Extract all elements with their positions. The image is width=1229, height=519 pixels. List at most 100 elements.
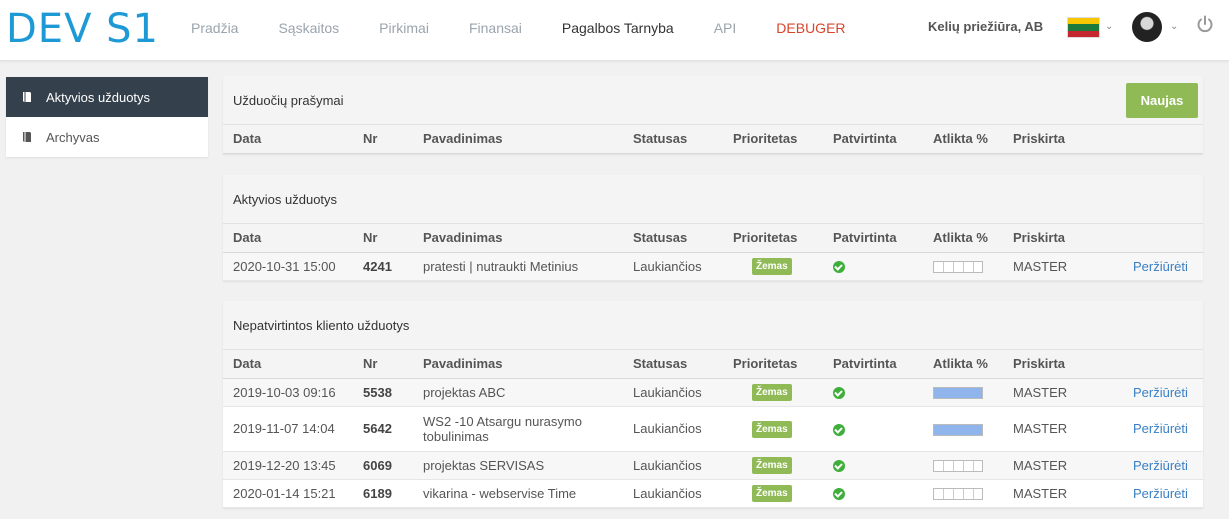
confirmed-cell bbox=[823, 451, 923, 480]
nav-item-pagalbos-tarnyba[interactable]: Pagalbos Tarnyba bbox=[562, 20, 674, 36]
column-header: Priskirta bbox=[1003, 125, 1123, 154]
progress-bar bbox=[933, 460, 983, 473]
main-nav: Pradžia Sąskaitos Pirkimai Finansai Paga… bbox=[191, 20, 886, 36]
column-header: Pavadinimas bbox=[413, 224, 623, 253]
table-row: 2019-11-07 14:04 5642 WS2 -10 Atsargu nura… bbox=[223, 406, 1203, 452]
column-header: Statusas bbox=[623, 125, 723, 154]
column-header: Prioritetas bbox=[723, 125, 823, 154]
column-header: Priskirta bbox=[1003, 350, 1123, 379]
table-row: 2019-12-20 13:45 6069 projektas SERVISAS La… bbox=[223, 451, 1203, 480]
assigned-cell: MASTER bbox=[1003, 479, 1123, 508]
nr-cell: 6189 bbox=[353, 479, 413, 508]
view-link[interactable]: Peržiūrėti bbox=[1133, 486, 1188, 501]
column-header: Pavadinimas bbox=[413, 350, 623, 379]
date-cell: 2020-01-14 15:21 bbox=[223, 479, 353, 508]
power-icon[interactable] bbox=[1196, 15, 1214, 33]
check-circle-icon bbox=[833, 488, 845, 501]
check-circle-icon bbox=[833, 387, 845, 400]
assigned-cell: MASTER bbox=[1003, 378, 1123, 407]
column-header: Data bbox=[223, 224, 353, 253]
requests-table: Data Nr Pavadinimas Statusas Prioritetas Patv… bbox=[223, 125, 1203, 154]
chevron-down-icon[interactable]: ⌄ bbox=[1170, 21, 1178, 32]
priority-badge: Žemas bbox=[752, 485, 792, 502]
sidebar-item-aktyvios-uzduotys[interactable]: Aktyvios užduotys bbox=[6, 77, 208, 117]
column-header: Priskirta bbox=[1003, 224, 1123, 253]
sidebar-item-archyvas[interactable]: Archyvas bbox=[6, 117, 208, 157]
progress-cell bbox=[923, 252, 1003, 281]
name-cell: projektas SERVISAS bbox=[413, 451, 623, 480]
column-header: Atlikta % bbox=[923, 125, 1003, 154]
nav-item-finansai[interactable]: Finansai bbox=[469, 20, 522, 36]
nav-item-api[interactable]: API bbox=[714, 20, 737, 36]
unconfirmed-tasks-panel: Nepatvirtintos kliento užduotys Data Nr Pa… bbox=[223, 301, 1203, 508]
panel-header: Nepatvirtintos kliento užduotys bbox=[223, 301, 1203, 350]
avatar[interactable] bbox=[1132, 12, 1162, 42]
column-header-actions bbox=[1123, 125, 1203, 154]
action-cell: Peržiūrėti bbox=[1123, 252, 1203, 281]
column-header: Statusas bbox=[623, 350, 723, 379]
assigned-cell: MASTER bbox=[1003, 252, 1123, 281]
book-icon bbox=[23, 132, 31, 142]
column-header: Nr bbox=[353, 350, 413, 379]
confirmed-cell bbox=[823, 378, 923, 407]
column-header: Nr bbox=[353, 224, 413, 253]
assigned-cell: MASTER bbox=[1003, 406, 1123, 452]
column-header: Prioritetas bbox=[723, 350, 823, 379]
priority-badge: Žemas bbox=[752, 384, 792, 401]
table-header-row: Data Nr Pavadinimas Statusas Prioritetas Patv… bbox=[223, 224, 1203, 253]
confirmed-cell bbox=[823, 479, 923, 508]
unconfirmed-tasks-table: Data Nr Pavadinimas Statusas Prioritetas Patv… bbox=[223, 350, 1203, 508]
column-header: Statusas bbox=[623, 224, 723, 253]
priority-cell: Žemas bbox=[723, 479, 823, 508]
lithuania-flag-icon[interactable] bbox=[1067, 17, 1100, 38]
confirmed-cell bbox=[823, 252, 923, 281]
view-link[interactable]: Peržiūrėti bbox=[1133, 385, 1188, 400]
panel-header: Užduočių prašymai Naujas bbox=[223, 76, 1203, 125]
check-circle-icon bbox=[833, 423, 845, 436]
action-cell: Peržiūrėti bbox=[1123, 451, 1203, 480]
nav-item-saskaitos[interactable]: Sąskaitos bbox=[278, 20, 339, 36]
column-header: Nr bbox=[353, 125, 413, 154]
view-link[interactable]: Peržiūrėti bbox=[1133, 458, 1188, 473]
status-cell: Laukiančios bbox=[623, 406, 723, 452]
panel-title: Užduočių prašymai bbox=[233, 92, 344, 108]
view-link[interactable]: Peržiūrėti bbox=[1133, 259, 1188, 274]
date-cell: 2019-12-20 13:45 bbox=[223, 451, 353, 480]
column-header: Prioritetas bbox=[723, 224, 823, 253]
progress-bar bbox=[933, 387, 983, 400]
nav-item-pradzia[interactable]: Pradžia bbox=[191, 20, 238, 36]
new-button[interactable]: Naujas bbox=[1126, 83, 1198, 118]
active-tasks-table: Data Nr Pavadinimas Statusas Prioritetas Patv… bbox=[223, 224, 1203, 281]
company-name[interactable]: Kelių priežiūra, AB bbox=[928, 19, 1043, 34]
action-cell: Peržiūrėti bbox=[1123, 406, 1203, 452]
column-header: Atlikta % bbox=[923, 350, 1003, 379]
priority-cell: Žemas bbox=[723, 378, 823, 407]
action-cell: Peržiūrėti bbox=[1123, 378, 1203, 407]
nav-item-debuger[interactable]: DEBUGER bbox=[776, 20, 845, 36]
name-cell: WS2 -10 Atsargu nurasymo tobulinimas bbox=[413, 406, 623, 452]
active-tasks-panel: Aktyvios užduotys Data Nr Pavadinimas Statu… bbox=[223, 175, 1203, 281]
table-row: 2020-01-14 15:21 6189 vikarina - webservis… bbox=[223, 479, 1203, 508]
progress-bar bbox=[933, 488, 983, 501]
sidebar: Aktyvios užduotys Archyvas bbox=[6, 77, 208, 157]
view-link[interactable]: Peržiūrėti bbox=[1133, 421, 1188, 436]
panel-title: Nepatvirtintos kliento užduotys bbox=[233, 317, 410, 333]
column-header-actions bbox=[1123, 350, 1203, 379]
column-header: Patvirtinta bbox=[823, 125, 923, 154]
chevron-down-icon[interactable]: ⌄ bbox=[1105, 21, 1113, 32]
progress-cell bbox=[923, 479, 1003, 508]
progress-cell bbox=[923, 451, 1003, 480]
nav-item-pirkimai[interactable]: Pirkimai bbox=[379, 20, 429, 36]
name-cell: pratesti | nutraukti Metinius bbox=[413, 252, 623, 281]
column-header-actions bbox=[1123, 224, 1203, 253]
priority-cell: Žemas bbox=[723, 451, 823, 480]
table-header-row: Data Nr Pavadinimas Statusas Prioritetas Patv… bbox=[223, 350, 1203, 379]
progress-cell bbox=[923, 406, 1003, 452]
nr-cell: 5642 bbox=[353, 406, 413, 452]
column-header: Atlikta % bbox=[923, 224, 1003, 253]
nr-cell: 4241 bbox=[353, 252, 413, 281]
status-cell: Laukiančios bbox=[623, 451, 723, 480]
app-logo[interactable]: DEV S1 bbox=[6, 4, 159, 54]
confirmed-cell bbox=[823, 406, 923, 452]
check-circle-icon bbox=[833, 460, 845, 473]
